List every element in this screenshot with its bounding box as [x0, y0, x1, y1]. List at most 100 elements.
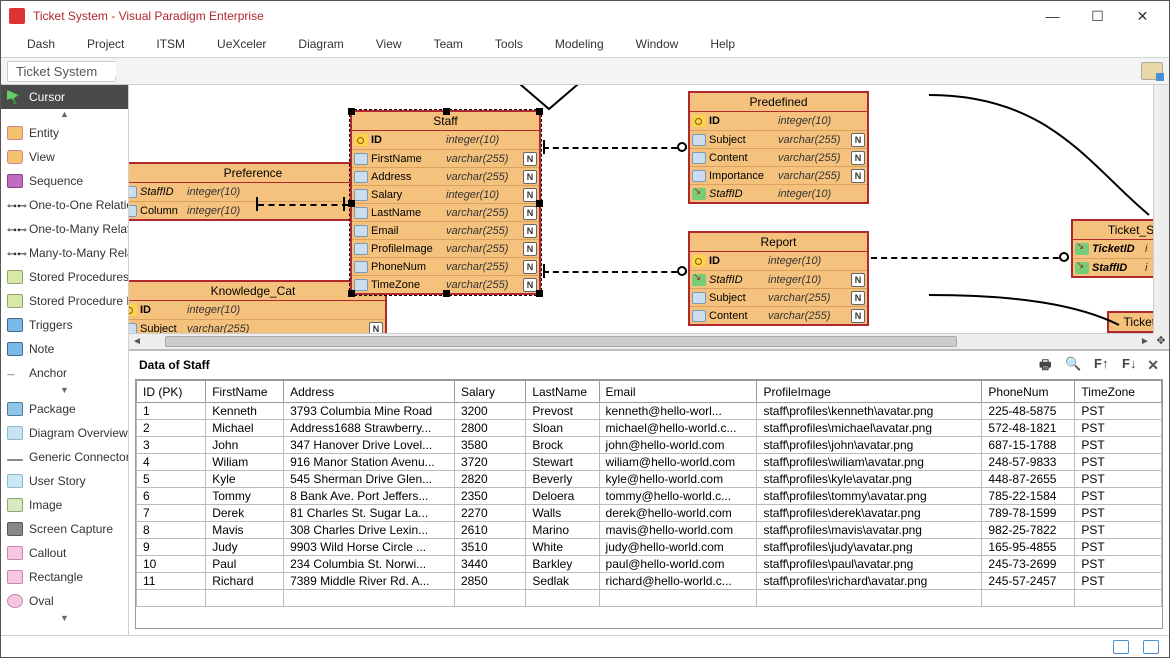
- maximize-button[interactable]: ☐: [1075, 2, 1120, 30]
- table-cell[interactable]: 916 Manor Station Avenu...: [284, 454, 455, 471]
- tool-user-story[interactable]: User Story: [1, 469, 128, 493]
- table-cell[interactable]: 5: [137, 471, 206, 488]
- connector[interactable]: [543, 271, 687, 273]
- table-cell[interactable]: 245-73-2699: [982, 556, 1075, 573]
- table-cell[interactable]: 347 Hanover Drive Lovel...: [284, 437, 455, 454]
- minimize-button[interactable]: —: [1030, 2, 1075, 30]
- table-cell[interactable]: 2: [137, 420, 206, 437]
- sort-asc-button[interactable]: F↑: [1091, 356, 1111, 374]
- entity-column[interactable]: ProfileImagevarchar(255)N: [352, 239, 539, 257]
- table-cell[interactable]: 3580: [454, 437, 525, 454]
- table-cell[interactable]: staff\profiles\kyle\avatar.png: [757, 471, 982, 488]
- table-cell[interactable]: Brock: [526, 437, 599, 454]
- tool-screen-capture[interactable]: Screen Capture: [1, 517, 128, 541]
- palette-expand-icon[interactable]: ▼: [1, 613, 128, 625]
- table-cell[interactable]: 572-48-1821: [982, 420, 1075, 437]
- table-cell[interactable]: Wiliam: [206, 454, 284, 471]
- table-cell[interactable]: judy@hello-world.com: [599, 539, 757, 556]
- doc-icon[interactable]: [1143, 640, 1159, 654]
- table-cell[interactable]: 9: [137, 539, 206, 556]
- entity-column[interactable]: IDinteger(10): [690, 112, 867, 130]
- table-cell[interactable]: Sedlak: [526, 573, 599, 590]
- table-row[interactable]: 11Richard7389 Middle River Rd. A...2850S…: [137, 573, 1162, 590]
- tool-triggers[interactable]: Triggers: [1, 313, 128, 337]
- table-cell[interactable]: 3440: [454, 556, 525, 573]
- table-cell[interactable]: PST: [1075, 573, 1162, 590]
- table-row[interactable]: 8Mavis308 Charles Drive Lexin...2610Mari…: [137, 522, 1162, 539]
- table-cell[interactable]: Barkley: [526, 556, 599, 573]
- entity-column[interactable]: Contentvarchar(255)N: [690, 148, 867, 166]
- palette-expand-icon[interactable]: ▼: [1, 385, 128, 397]
- table-cell[interactable]: 8 Bank Ave. Port Jeffers...: [284, 488, 455, 505]
- column-header[interactable]: LastName: [526, 381, 599, 403]
- table-cell[interactable]: Paul: [206, 556, 284, 573]
- table-row[interactable]: 7Derek81 Charles St. Sugar La...2270Wall…: [137, 505, 1162, 522]
- print-icon[interactable]: 🖶: [1035, 356, 1055, 374]
- sort-desc-button[interactable]: F↓: [1119, 356, 1139, 374]
- table-row[interactable]: 3John347 Hanover Drive Lovel...3580Brock…: [137, 437, 1162, 454]
- table-cell[interactable]: PST: [1075, 488, 1162, 505]
- entity-column[interactable]: Contentvarchar(255)N: [690, 306, 867, 324]
- table-cell[interactable]: Stewart: [526, 454, 599, 471]
- entity-column[interactable]: IDinteger(10): [352, 131, 539, 149]
- table-cell[interactable]: 3510: [454, 539, 525, 556]
- column-header[interactable]: ProfileImage: [757, 381, 982, 403]
- entity-column[interactable]: Subjectvarchar(255)N: [690, 288, 867, 306]
- tool-image[interactable]: Image: [1, 493, 128, 517]
- table-row[interactable]: 6Tommy8 Bank Ave. Port Jeffers...2350Del…: [137, 488, 1162, 505]
- table-cell[interactable]: mavis@hello-world.com: [599, 522, 757, 539]
- table-cell[interactable]: staff\profiles\derek\avatar.png: [757, 505, 982, 522]
- table-row-empty[interactable]: [137, 590, 1162, 607]
- table-cell[interactable]: 308 Charles Drive Lexin...: [284, 522, 455, 539]
- entity-column[interactable]: Importancevarchar(255)N: [690, 166, 867, 184]
- horizontal-scrollbar[interactable]: ◄►: [129, 333, 1153, 349]
- vertical-scrollbar[interactable]: [1153, 85, 1169, 333]
- tool-view[interactable]: View: [1, 145, 128, 169]
- table-cell[interactable]: staff\profiles\mavis\avatar.png: [757, 522, 982, 539]
- table-cell[interactable]: staff\profiles\richard\avatar.png: [757, 573, 982, 590]
- menu-view[interactable]: View: [360, 33, 418, 55]
- table-cell[interactable]: Kyle: [206, 471, 284, 488]
- diagram-navigator-icon[interactable]: [1141, 62, 1163, 80]
- breadcrumb-root[interactable]: Ticket System: [7, 61, 116, 82]
- tool-callout[interactable]: Callout: [1, 541, 128, 565]
- tool-cursor[interactable]: Cursor: [1, 85, 128, 109]
- table-row[interactable]: 4Wiliam916 Manor Station Avenu...3720Ste…: [137, 454, 1162, 471]
- entity-column[interactable]: IDinteger(10): [129, 301, 385, 319]
- column-header[interactable]: ID (PK): [137, 381, 206, 403]
- table-cell[interactable]: 81 Charles St. Sugar La...: [284, 505, 455, 522]
- table-cell[interactable]: PST: [1075, 539, 1162, 556]
- entity-column[interactable]: IDinteger(10): [690, 252, 867, 270]
- table-cell[interactable]: 687-15-1788: [982, 437, 1075, 454]
- menu-tools[interactable]: Tools: [479, 33, 539, 55]
- entity-report[interactable]: Report IDinteger(10)StaffIDinteger(10)NS…: [688, 231, 869, 326]
- table-cell[interactable]: Richard: [206, 573, 284, 590]
- table-cell[interactable]: Derek: [206, 505, 284, 522]
- menu-window[interactable]: Window: [620, 33, 695, 55]
- entity-column[interactable]: FirstNamevarchar(255)N: [352, 149, 539, 167]
- column-header[interactable]: Salary: [454, 381, 525, 403]
- table-cell[interactable]: Beverly: [526, 471, 599, 488]
- table-cell[interactable]: PST: [1075, 437, 1162, 454]
- table-cell[interactable]: staff\profiles\wiliam\avatar.png: [757, 454, 982, 471]
- table-cell[interactable]: 2800: [454, 420, 525, 437]
- table-cell[interactable]: PST: [1075, 403, 1162, 420]
- entity-column[interactable]: Salaryinteger(10)N: [352, 185, 539, 203]
- table-cell[interactable]: 545 Sherman Drive Glen...: [284, 471, 455, 488]
- column-header[interactable]: Email: [599, 381, 757, 403]
- menu-team[interactable]: Team: [418, 33, 479, 55]
- menu-dash[interactable]: Dash: [11, 33, 71, 55]
- tool-stored-procedures[interactable]: Stored Procedures: [1, 265, 128, 289]
- tool-generic-connector[interactable]: Generic Connector: [1, 445, 128, 469]
- table-row[interactable]: 9Judy9903 Wild Horse Circle ...3510White…: [137, 539, 1162, 556]
- table-cell[interactable]: 248-57-9833: [982, 454, 1075, 471]
- table-cell[interactable]: derek@hello-world.com: [599, 505, 757, 522]
- entity-column[interactable]: LastNamevarchar(255)N: [352, 203, 539, 221]
- tool-many-to-many-relationship[interactable]: Many-to-Many Relationship: [1, 241, 128, 265]
- tool-note[interactable]: Note: [1, 337, 128, 361]
- tool-anchor[interactable]: Anchor: [1, 361, 128, 385]
- table-cell[interactable]: staff\profiles\paul\avatar.png: [757, 556, 982, 573]
- tool-rectangle[interactable]: Rectangle: [1, 565, 128, 589]
- table-cell[interactable]: Prevost: [526, 403, 599, 420]
- connector[interactable]: [543, 147, 687, 149]
